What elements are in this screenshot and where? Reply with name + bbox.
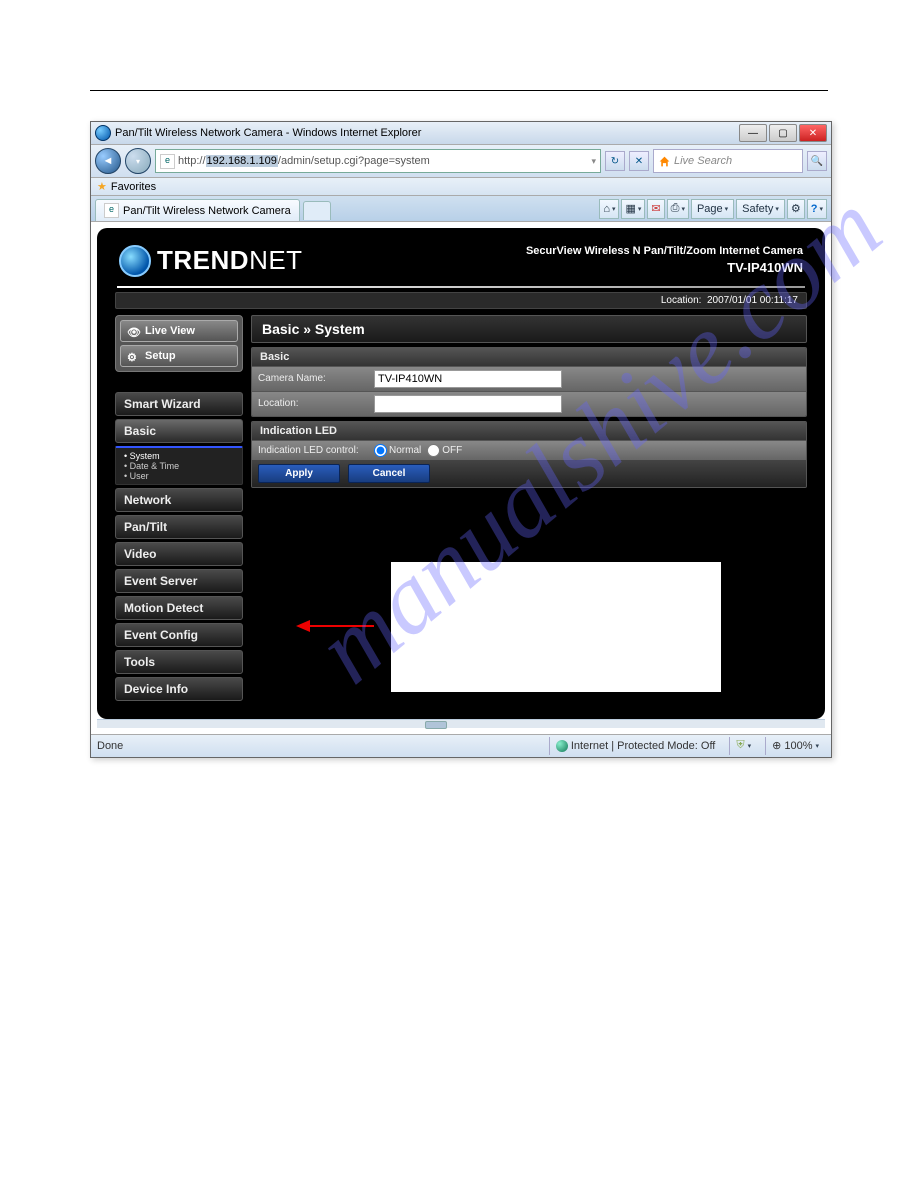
back-button[interactable]: ◄: [95, 148, 121, 174]
red-arrow-icon: [296, 619, 376, 633]
forward-button[interactable]: ▾: [125, 148, 151, 174]
nav-basic-submenu: System Date & Time User: [115, 446, 243, 485]
print-button[interactable]: ⎙▾: [667, 199, 689, 219]
live-view-button[interactable]: 👁 Live View: [120, 320, 238, 342]
zoom-value: 100%: [784, 740, 812, 752]
new-tab-button[interactable]: [303, 201, 331, 220]
nav-basic[interactable]: Basic: [115, 419, 243, 443]
nav-basic-system[interactable]: System: [124, 451, 234, 461]
window-titlebar: Pan/Tilt Wireless Network Camera - Windo…: [91, 122, 831, 145]
home-button[interactable]: ⌂▾: [599, 199, 619, 219]
status-icons: ⛨ ▾: [729, 737, 757, 755]
close-button[interactable]: ✕: [799, 124, 827, 142]
brand-logo-icon: [119, 245, 151, 277]
search-go-button[interactable]: 🔍: [807, 151, 827, 171]
nav-event-server[interactable]: Event Server: [115, 569, 243, 593]
page-viewport: TRENDNET SecurView Wireless N Pan/Tilt/Z…: [91, 222, 831, 734]
help-button[interactable]: ?▾: [807, 199, 827, 219]
nav-motion-detect[interactable]: Motion Detect: [115, 596, 243, 620]
zoom-icon: ⊕: [772, 739, 781, 752]
document-divider: [90, 90, 828, 91]
globe-icon: [556, 740, 568, 752]
product-model: TV-IP410WN: [526, 259, 803, 277]
led-off-radio[interactable]: OFF: [427, 444, 462, 457]
nav-basic-datetime[interactable]: Date & Time: [124, 461, 234, 471]
status-zone: Internet | Protected Mode: Off: [549, 737, 722, 755]
apply-button[interactable]: Apply: [258, 464, 340, 483]
favorites-label[interactable]: Favorites: [111, 181, 156, 193]
basic-section-header: Basic: [252, 348, 806, 366]
minimize-button[interactable]: —: [739, 124, 767, 142]
live-search-icon: [658, 155, 671, 168]
maximize-button[interactable]: ▢: [769, 124, 797, 142]
page-header: TRENDNET SecurView Wireless N Pan/Tilt/Z…: [107, 238, 815, 282]
nav-tools[interactable]: Tools: [115, 650, 243, 674]
eye-icon: 👁: [127, 326, 141, 336]
active-tab[interactable]: e Pan/Tilt Wireless Network Camera: [95, 199, 300, 221]
header-divider: [117, 286, 805, 288]
brand-logo-text: TRENDNET: [119, 245, 303, 277]
tab-page-icon: e: [104, 203, 119, 218]
tab-bar: e Pan/Tilt Wireless Network Camera ⌂▾ ▦▾…: [91, 196, 831, 222]
zoom-control[interactable]: ⊕ 100% ▾: [765, 737, 825, 755]
location-timestamp-bar: Location: 2007/01/01 00:11:17: [115, 292, 807, 309]
favorites-bar: ★ Favorites: [91, 178, 831, 196]
nav-basic-user[interactable]: User: [124, 471, 234, 481]
breadcrumb: Basic » System: [251, 315, 807, 343]
nav-device-info[interactable]: Device Info: [115, 677, 243, 701]
basic-section: Basic Camera Name: Location:: [251, 347, 807, 417]
mode-button-group: 👁 Live View ⚙ Setup: [115, 315, 243, 372]
action-button-bar: Apply Cancel: [252, 460, 806, 487]
search-box[interactable]: Live Search: [653, 149, 803, 173]
window-title: Pan/Tilt Wireless Network Camera - Windo…: [115, 127, 739, 139]
security-icon: ⛨: [736, 739, 744, 752]
nav-network[interactable]: Network: [115, 488, 243, 512]
led-normal-radio[interactable]: Normal: [374, 444, 421, 457]
location-input[interactable]: [374, 395, 562, 413]
led-control-label: Indication LED control:: [258, 445, 368, 456]
cancel-button[interactable]: Cancel: [348, 464, 430, 483]
status-done: Done: [97, 740, 123, 752]
camera-name-row: Camera Name:: [252, 366, 806, 391]
stop-button[interactable]: ✕: [629, 151, 649, 171]
address-bar[interactable]: e http://192.168.1.109/admin/setup.cgi?p…: [155, 149, 601, 173]
refresh-button[interactable]: ↻: [605, 151, 625, 171]
protected-mode-text: Internet | Protected Mode: Off: [571, 740, 716, 752]
led-section-header: Indication LED: [252, 422, 806, 440]
url-text: http://192.168.1.109/admin/setup.cgi?pag…: [178, 155, 588, 167]
product-name: SecurView Wireless N Pan/Tilt/Zoom Inter…: [526, 244, 803, 259]
product-header: SecurView Wireless N Pan/Tilt/Zoom Inter…: [526, 244, 803, 278]
favorites-star-icon[interactable]: ★: [97, 180, 107, 193]
readmail-button[interactable]: ✉: [647, 199, 664, 219]
horizontal-scrollbar[interactable]: [97, 719, 825, 728]
tab-title: Pan/Tilt Wireless Network Camera: [123, 205, 291, 217]
left-nav-column: 👁 Live View ⚙ Setup Smart Wizard Basic: [115, 315, 243, 701]
location-label: Location:: [258, 398, 368, 409]
nav-event-config[interactable]: Event Config: [115, 623, 243, 647]
nav-smart-wizard[interactable]: Smart Wizard: [115, 392, 243, 416]
feeds-button[interactable]: ▦▾: [621, 199, 645, 219]
tools-button[interactable]: ⚙: [787, 199, 805, 219]
browser-window: Pan/Tilt Wireless Network Camera - Windo…: [90, 121, 832, 758]
camera-name-input[interactable]: [374, 370, 562, 388]
gear-icon: ⚙: [127, 351, 141, 361]
nav-pan-tilt[interactable]: Pan/Tilt: [115, 515, 243, 539]
led-section: Indication LED Indication LED control: N…: [251, 421, 807, 488]
page-menu-button[interactable]: Page▾: [691, 199, 734, 219]
address-bar-row: ◄ ▾ e http://192.168.1.109/admin/setup.c…: [91, 145, 831, 178]
location-row: Location:: [252, 391, 806, 416]
page-icon: e: [160, 154, 175, 169]
safety-menu-button[interactable]: Safety▾: [736, 199, 785, 219]
search-placeholder: Live Search: [674, 155, 732, 167]
led-control-row: Indication LED control: Normal OFF: [252, 440, 806, 460]
ie-icon: [95, 125, 111, 141]
nav-video[interactable]: Video: [115, 542, 243, 566]
annotation-white-box: [391, 562, 721, 692]
setup-button[interactable]: ⚙ Setup: [120, 345, 238, 367]
status-bar: Done Internet | Protected Mode: Off ⛨ ▾ …: [91, 734, 831, 757]
camera-name-label: Camera Name:: [258, 373, 368, 384]
